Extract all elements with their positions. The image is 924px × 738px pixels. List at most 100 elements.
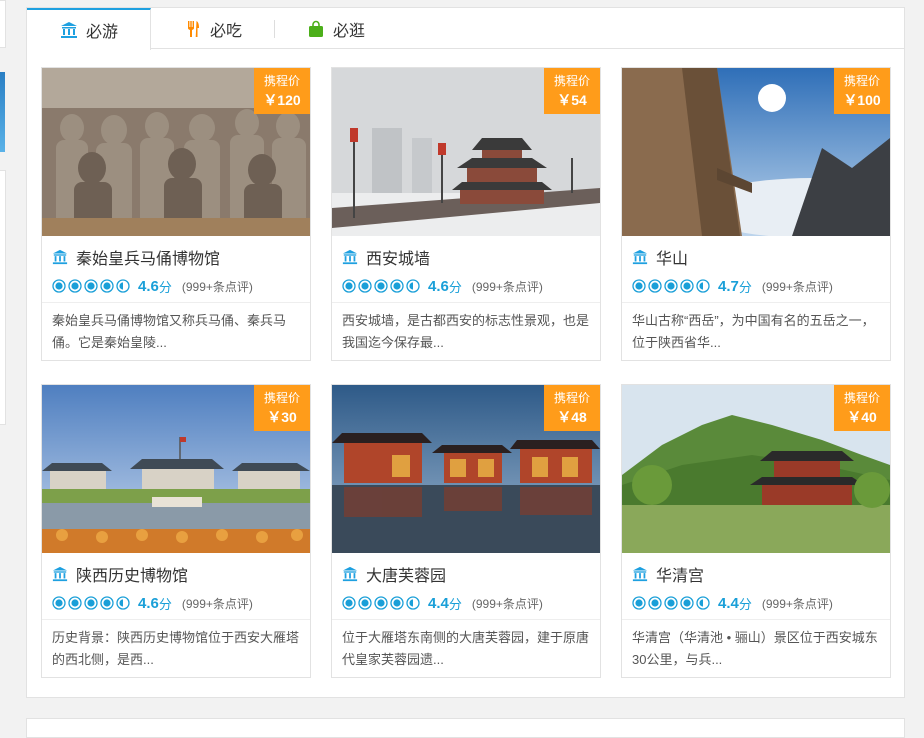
rating-circle-icon [390,279,404,293]
attraction-card[interactable]: 携程价 ￥30 陕西历史博物馆 4.6 分 (999+条点评) 历史背景：陕西历… [41,384,311,678]
attraction-card[interactable]: 携程价 ￥54 西安城墙 4.6 分 (999+条点评) 西安城墙，是古都西安的… [331,67,601,361]
attraction-name[interactable]: 秦始皇兵马俑博物馆 [76,245,220,269]
rating-circle-icon [342,279,356,293]
rating-score: 4.4 [428,594,449,612]
attraction-card[interactable]: 携程价 ￥40 华清宫 4.4 分 (999+条点评) 华清宫（华清池 • 骊山… [621,384,891,678]
rating-score: 4.6 [428,277,449,295]
price-value: ￥100 [843,92,881,108]
divider [42,619,310,620]
rating-score: 4.6 [138,277,159,295]
bank-icon [52,566,68,582]
rating-circle-icon [632,596,646,610]
rating-stars [632,279,712,293]
attraction-description: 华山古称“西岳”，为中国有名的五岳之一，位于陕西省华... [632,313,875,350]
review-count[interactable]: (999+条点评) [472,595,543,612]
attraction-card[interactable]: 携程价 ￥100 华山 4.7 分 (999+条点评) 华山古称“西岳”，为中国… [621,67,891,361]
tab-divider [274,20,275,38]
tab-must-shop[interactable]: 必逛 [307,8,407,49]
attraction-name[interactable]: 华清宫 [656,562,704,586]
attraction-description: 秦始皇兵马俑博物馆又称兵马俑、秦兵马俑。它是秦始皇陵... [52,313,287,350]
rating-stars [342,596,422,610]
review-count[interactable]: (999+条点评) [472,278,543,295]
price-value: ￥48 [557,409,587,425]
rating-circle-icon [68,279,82,293]
divider [332,619,600,620]
attraction-name[interactable]: 大唐芙蓉园 [366,562,446,586]
price-value: ￥40 [847,409,877,425]
review-count[interactable]: (999+条点评) [762,278,833,295]
tab-must-eat[interactable]: 必吃 [184,8,284,49]
attraction-description: 历史背景：陕西历史博物馆位于西安大雁塔的西北侧，是西... [52,630,300,667]
divider [332,302,600,303]
rating-unit: 分 [158,596,172,612]
price-label: 携程价 [843,74,880,88]
rating-circle-icon [374,279,388,293]
rating-circle-icon [68,596,82,610]
rating-circle-icon [84,596,98,610]
price-badge: 携程价 ￥100 [834,68,890,114]
tab-bar: 必游 必吃 必逛 [27,8,904,50]
review-count[interactable]: (999+条点评) [182,278,253,295]
fork-knife-icon [188,20,199,37]
rating-circle-icon [116,279,130,293]
price-label: 携程价 [263,391,300,405]
rating-stars [342,279,422,293]
review-count[interactable]: (999+条点评) [182,595,253,612]
attraction-description: 西安城墙，是古都西安的标志性景观，也是我国迄今保存最... [342,313,590,350]
rating-unit: 分 [158,279,172,295]
rating-circle-icon [664,596,678,610]
price-value: ￥30 [267,409,297,425]
rating-circle-icon [648,279,662,293]
price-value: ￥54 [557,92,587,108]
rating-circle-icon [680,279,694,293]
rating-circle-icon [100,279,114,293]
bank-icon [342,249,358,265]
rating-unit: 分 [738,279,752,295]
price-badge: 携程价 ￥120 [254,68,310,114]
attraction-name[interactable]: 陕西历史博物馆 [76,562,188,586]
divider [622,302,890,303]
rating-circle-icon [696,596,710,610]
rating-circle-icon [390,596,404,610]
rating-stars [52,279,132,293]
rating-circle-icon [632,279,646,293]
rating-circle-icon [374,596,388,610]
attraction-description: 位于大雁塔东南侧的大唐芙蓉园，建于原唐代皇家芙蓉园遗... [342,630,590,667]
next-section-panel [26,718,905,738]
price-badge: 携程价 ￥54 [544,68,600,114]
rating-circle-icon [358,596,372,610]
rating-score: 4.4 [718,594,739,612]
price-label: 携程价 [843,391,880,405]
price-badge: 携程价 ￥48 [544,385,600,431]
rating-score: 4.6 [138,594,159,612]
rating-unit: 分 [448,279,462,295]
bank-icon [632,249,648,265]
rating-unit: 分 [448,596,462,612]
attraction-name[interactable]: 西安城墙 [366,245,430,269]
rating-circle-icon [406,279,420,293]
bank-icon [61,22,77,38]
attraction-description: 华清宫（华清池 • 骊山）景区位于西安城东30公里，与兵... [632,630,878,667]
price-badge: 携程价 ￥40 [834,385,890,431]
tab-label: 必游 [86,24,119,41]
bank-icon [52,249,68,265]
rating-circle-icon [52,279,66,293]
left-edge-box [0,170,6,425]
attraction-card[interactable]: 携程价 ￥120 秦始皇兵马俑博物馆 4.6 分 (999+条点评) 秦始皇兵马… [41,67,311,361]
rating-circle-icon [680,596,694,610]
rating-circle-icon [696,279,710,293]
rating-circle-icon [406,596,420,610]
rating-unit: 分 [738,596,752,612]
tab-label: 必吃 [210,22,243,40]
attraction-card[interactable]: 携程价 ￥48 大唐芙蓉园 4.4 分 (999+条点评) 位于大雁塔东南侧的大… [331,384,601,678]
attraction-name[interactable]: 华山 [656,245,688,269]
rating-circle-icon [52,596,66,610]
tab-must-visit[interactable]: 必游 [27,8,151,50]
price-label: 携程价 [553,391,590,405]
rating-stars [632,596,712,610]
rating-circle-icon [116,596,130,610]
rating-circle-icon [648,596,662,610]
price-label: 携程价 [263,74,300,88]
review-count[interactable]: (999+条点评) [762,595,833,612]
tab-label: 必逛 [333,22,366,40]
